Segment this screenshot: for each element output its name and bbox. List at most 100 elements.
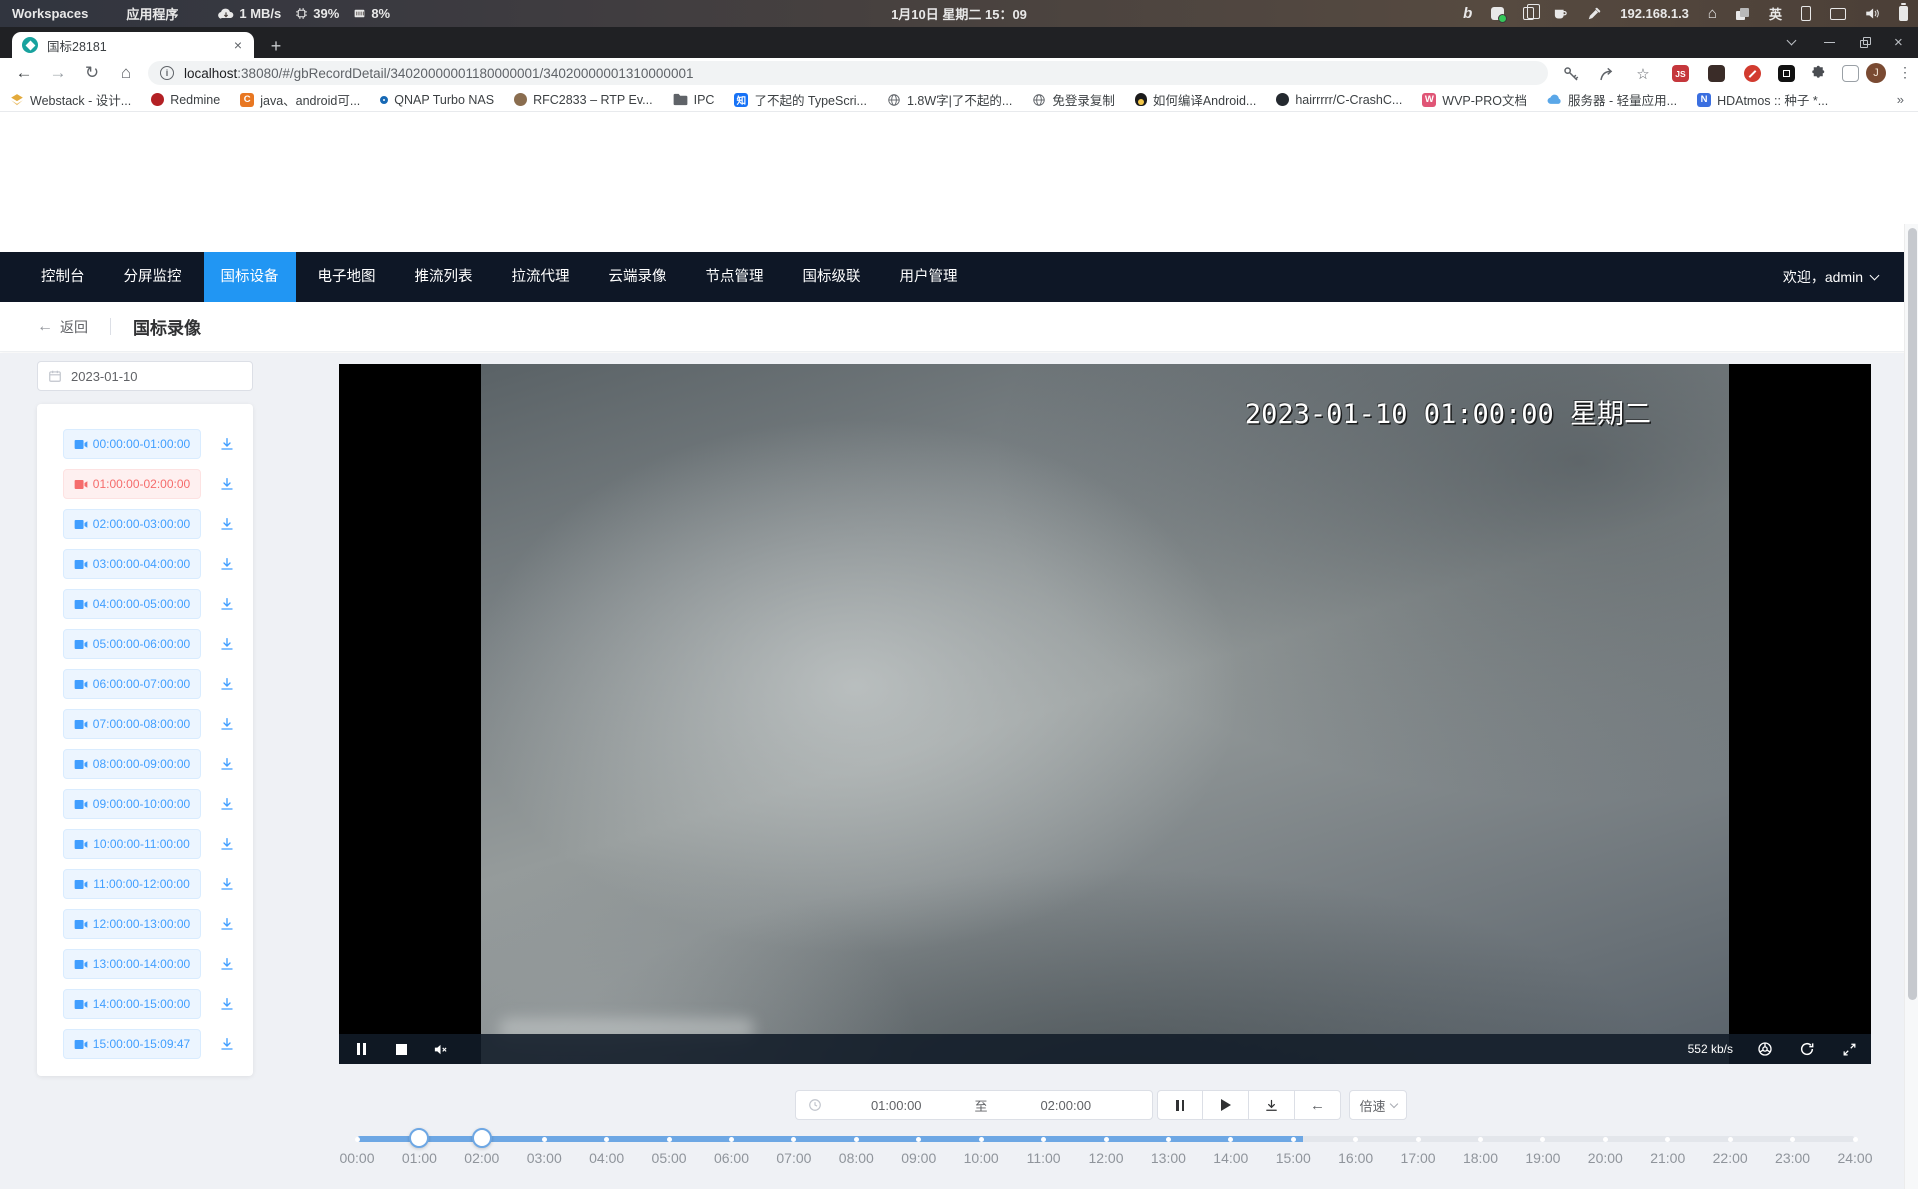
record-chip[interactable]: 11:00:00-12:00:00 (63, 869, 201, 899)
timeline-stop-17[interactable] (1416, 1137, 1421, 1142)
record-chip[interactable]: 07:00:00-08:00:00 (63, 709, 201, 739)
nav-tab-3[interactable]: 国标设备 (204, 252, 296, 302)
address-bar[interactable]: i localhost:38080/#/gbRecordDetail/34020… (148, 61, 1548, 85)
time-range-input[interactable]: 01:00:00 至 02:00:00 (795, 1090, 1153, 1120)
password-key-icon[interactable] (1562, 65, 1580, 83)
phone-tray-icon[interactable] (1801, 6, 1811, 21)
record-download-button[interactable] (219, 876, 235, 892)
player-mute-icon[interactable] (432, 1041, 448, 1057)
nav-tab-4[interactable]: 电子地图 (301, 252, 393, 302)
record-chip[interactable]: 10:00:00-11:00:00 (63, 829, 201, 859)
download-button[interactable] (1249, 1090, 1295, 1120)
volume-tray-icon[interactable] (1865, 7, 1880, 20)
bookmark-8[interactable]: 1.8W字|了不起的... (887, 90, 1012, 109)
record-chip[interactable]: 00:00:00-01:00:00 (63, 429, 201, 459)
browser-tab[interactable]: 国标28181 × (12, 32, 254, 58)
timeline-stop-18[interactable] (1478, 1137, 1483, 1142)
record-download-button[interactable] (219, 636, 235, 652)
window-minimize-button[interactable] (1824, 27, 1835, 58)
date-picker[interactable]: 2023-01-10 (37, 361, 253, 391)
bookmark-11[interactable]: hairrrrr/C-CrashC... (1276, 93, 1402, 107)
bookmark-1[interactable]: Webstack - 设计... (10, 90, 131, 109)
extensions-puzzle-icon[interactable] (1810, 65, 1828, 83)
record-download-button[interactable] (219, 996, 235, 1012)
workspaces-tray-icon[interactable] (1736, 7, 1750, 20)
timeline-stop-7[interactable] (791, 1137, 796, 1142)
speed-dropdown[interactable]: 倍速 (1349, 1090, 1407, 1120)
record-download-button[interactable] (219, 916, 235, 932)
app-tray-icon[interactable] (1491, 7, 1504, 20)
timeline-stop-23[interactable] (1790, 1137, 1795, 1142)
record-chip[interactable]: 14:00:00-15:00:00 (63, 989, 201, 1019)
window-close-button[interactable]: × (1894, 27, 1903, 58)
extension-square-icon[interactable] (1778, 65, 1795, 82)
timeline-stop-9[interactable] (916, 1137, 921, 1142)
nav-tab-1[interactable]: 控制台 (24, 252, 102, 302)
ip-address[interactable]: 192.168.1.3 (1620, 6, 1689, 21)
player-stop-button[interactable] (393, 1041, 409, 1057)
timeline-stop-15[interactable] (1291, 1137, 1296, 1142)
timeline-stop-11[interactable] (1041, 1137, 1046, 1142)
bing-tray-icon[interactable]: b (1463, 5, 1472, 22)
profile-avatar[interactable]: J (1866, 63, 1886, 83)
nav-tab-2[interactable]: 分屏监控 (107, 252, 199, 302)
bookmark-4[interactable]: QNAP Turbo NAS (380, 93, 494, 107)
end-time-value[interactable]: 02:00:00 (992, 1098, 1141, 1113)
clipboard-tray-icon[interactable] (1523, 7, 1534, 20)
nav-tab-7[interactable]: 云端录像 (592, 252, 684, 302)
timeline-stop-16[interactable] (1353, 1137, 1358, 1142)
nav-tab-10[interactable]: 用户管理 (883, 252, 975, 302)
record-download-button[interactable] (219, 556, 235, 572)
record-download-button[interactable] (219, 716, 235, 732)
bookmark-10[interactable]: 如何编译Android... (1135, 90, 1257, 109)
record-chip[interactable]: 01:00:00-02:00:00 (63, 469, 201, 499)
record-chip[interactable]: 12:00:00-13:00:00 (63, 909, 201, 939)
scrollbar-track[interactable] (1904, 224, 1918, 1189)
bookmark-9[interactable]: 免登录复制 (1032, 90, 1115, 109)
bookmark-5[interactable]: RFC2833 – RTP Ev... (514, 93, 653, 107)
nav-tab-9[interactable]: 国标级联 (786, 252, 878, 302)
share-icon[interactable] (1598, 65, 1616, 83)
timeline-stop-3[interactable] (542, 1137, 547, 1142)
timeline-stop-14[interactable] (1228, 1137, 1233, 1142)
record-download-button[interactable] (219, 436, 235, 452)
timeline-handle-2[interactable] (472, 1128, 492, 1148)
bookmark-14[interactable]: NHDAtmos :: 种子 *... (1697, 90, 1828, 109)
new-tab-button[interactable]: + (264, 34, 288, 58)
bookmark-12[interactable]: WWVP-PRO文档 (1422, 90, 1527, 109)
timeline-stop-5[interactable] (667, 1137, 672, 1142)
pipette-tray-icon[interactable] (1587, 7, 1601, 21)
timeline-stop-13[interactable] (1166, 1137, 1171, 1142)
bookmark-3[interactable]: Cjava、android可... (240, 90, 360, 109)
fullscreen-icon[interactable] (1841, 1041, 1857, 1057)
timeline-stop-6[interactable] (729, 1137, 734, 1142)
record-download-button[interactable] (219, 796, 235, 812)
timeline-handle-1[interactable] (409, 1128, 429, 1148)
bookmarks-overflow-icon[interactable]: » (1897, 92, 1904, 107)
timeline-stop-22[interactable] (1728, 1137, 1733, 1142)
user-menu[interactable]: 欢迎，admin (1783, 252, 1878, 302)
site-info-icon[interactable]: i (160, 66, 174, 80)
record-download-button[interactable] (219, 1036, 235, 1052)
record-chip[interactable]: 13:00:00-14:00:00 (63, 949, 201, 979)
record-chip[interactable]: 06:00:00-07:00:00 (63, 669, 201, 699)
extension-js-icon[interactable]: JS (1672, 65, 1689, 82)
timeline-stop-21[interactable] (1665, 1137, 1670, 1142)
record-chip[interactable]: 15:00:00-15:09:47 (63, 1029, 201, 1059)
seek-back-button[interactable]: ← (1295, 1090, 1341, 1120)
browser-forward-button[interactable]: → (44, 58, 72, 88)
timeline-stop-20[interactable] (1603, 1137, 1608, 1142)
input-language-indicator[interactable]: 英 (1769, 4, 1782, 23)
browser-reload-button[interactable]: ↻ (78, 58, 106, 88)
timeline-slider[interactable] (357, 1136, 1855, 1142)
timeline-stop-12[interactable] (1104, 1137, 1109, 1142)
video-player[interactable]: 2023-01-10 01:00:00 星期二 552 kb/s (339, 364, 1871, 1064)
bookmark-2[interactable]: Redmine (151, 93, 220, 107)
extension-outline-icon[interactable] (1842, 65, 1859, 82)
bookmark-star-icon[interactable]: ☆ (1634, 65, 1652, 83)
bookmark-6[interactable]: IPC (673, 93, 715, 107)
pause-button[interactable] (1157, 1090, 1203, 1120)
timeline-stop-8[interactable] (854, 1137, 859, 1142)
home-tray-icon[interactable]: ⌂ (1708, 5, 1717, 22)
record-download-button[interactable] (219, 596, 235, 612)
